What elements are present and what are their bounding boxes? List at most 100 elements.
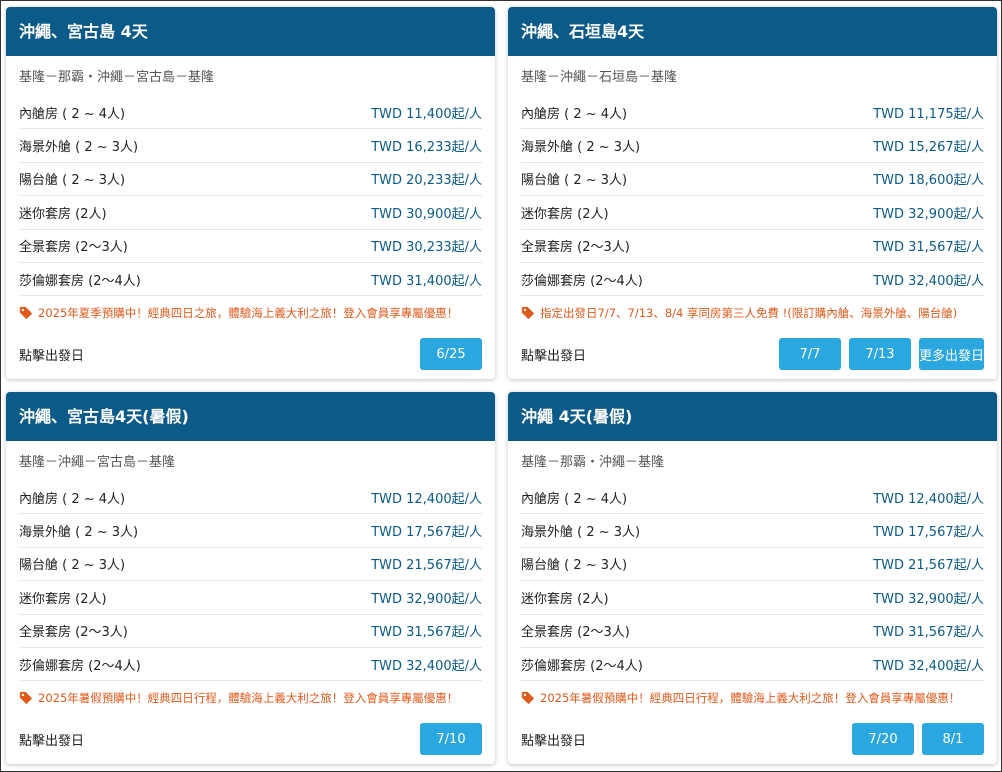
cabin-row: 迷你套房 (2人) TWD 32,900起/人 — [521, 581, 984, 615]
cabin-price: TWD 21,567起/人 — [371, 558, 482, 574]
cabin-price-list: 內艙房 ( 2 ~ 4人) TWD 12,400起/人 海景外艙 ( 2 ~ 3人)… — [19, 481, 482, 682]
tag-icon — [19, 306, 33, 320]
departure-footer: 點擊出發日 7/20 8/1 — [521, 714, 984, 764]
departure-dates: 7/20 8/1 — [852, 723, 984, 756]
promo-notice: 2025年暑假預購中！經典四日行程，體驗海上義大利之旅！登入會員享專屬優惠！ — [521, 681, 984, 714]
cabin-row: 內艙房 ( 2 ~ 4人) TWD 11,175起/人 — [521, 96, 984, 130]
cabin-row: 陽台艙 ( 2 ~ 3人) TWD 21,567起/人 — [19, 548, 482, 582]
cabin-row: 莎倫娜套房 (2〜4人) TWD 31,400起/人 — [19, 263, 482, 297]
cabin-price: TWD 32,400起/人 — [873, 273, 984, 289]
cabin-price-list: 內艙房 ( 2 ~ 4人) TWD 12,400起/人海景外艙 ( 2 ~ 3人)… — [521, 481, 984, 682]
cabin-price: TWD 32,400起/人 — [371, 658, 482, 674]
promo-text: 2025年夏季預購中！經典四日之旅，體驗海上義大利之旅！登入會員享專屬優惠！ — [38, 305, 459, 320]
cabin-name: 莎倫娜套房 (2〜4人) — [521, 273, 643, 289]
card-title[interactable]: 沖繩、宮古島 4天 — [6, 7, 495, 56]
tag-icon — [19, 691, 33, 705]
card-title[interactable]: 沖繩、石垣島4天 — [508, 7, 997, 56]
cabin-price: TWD 16,233起/人 — [371, 140, 482, 156]
departure-date-button[interactable]: 7/13 — [848, 338, 911, 371]
cabin-row: 陽台艙 ( 2 ~ 3人) TWD 21,567起/人 — [521, 548, 984, 582]
cabin-name: 莎倫娜套房 (2〜4人) — [521, 658, 643, 674]
departure-date-button[interactable]: 8/1 — [922, 723, 984, 756]
cabin-name: 海景外艙 ( 2 ~ 3人) — [521, 140, 641, 156]
cabin-price: TWD 11,400起/人 — [371, 106, 482, 122]
cabin-name: 全景套房 (2〜3人) — [521, 240, 630, 256]
cabin-name: 陽台艙 ( 2 ~ 3人) — [19, 558, 126, 574]
cabin-row: 全景套房 (2〜3人) TWD 31,567起/人 — [19, 615, 482, 648]
card-title[interactable]: 沖繩、宮古島4天(暑假) — [6, 392, 495, 441]
departure-dates: 7/10 — [420, 723, 482, 756]
cabin-row: 內艙房 ( 2 ~ 4人) TWD 12,400起/人 — [19, 481, 482, 515]
cabin-price: TWD 31,400起/人 — [371, 273, 482, 289]
route-text: 基隆－那霸・沖繩－基隆 — [521, 455, 665, 470]
cabin-row: 內艙房 ( 2 ~ 4人) TWD 12,400起/人 — [521, 481, 984, 515]
route-text: 基隆－沖繩－宮古島－基隆 — [19, 455, 176, 470]
cabin-name: 迷你套房 (2人) — [19, 206, 107, 222]
departure-label: 點擊出發日 — [19, 348, 85, 364]
cabin-row: 全景套房 (2〜3人) TWD 30,233起/人 — [19, 230, 482, 263]
cabin-name: 全景套房 (2〜3人) — [19, 240, 128, 256]
departure-dates: 6/25 — [420, 338, 482, 371]
departure-date-button[interactable]: 7/10 — [420, 723, 482, 756]
cabin-price: TWD 18,600起/人 — [873, 173, 984, 189]
promo-notice: 指定出發日7/7、7/13、8/4 享同房第三人免費 !(限訂購內艙、海景外艙、… — [521, 296, 984, 329]
departure-date-button[interactable]: 7/7 — [778, 338, 841, 371]
cabin-name: 迷你套房 (2人) — [19, 591, 107, 607]
cabin-price: TWD 30,233起/人 — [371, 240, 482, 256]
departure-footer: 點擊出發日 7/10 — [19, 714, 482, 764]
card-body: 基隆－沖繩－宮古島－基隆 內艙房 ( 2 ~ 4人) TWD 12,400起/人 海景… — [6, 441, 495, 764]
cabin-price: TWD 17,567起/人 — [371, 525, 482, 541]
route-text: 基隆－那霸・沖繩－宮古島－基隆 — [19, 70, 215, 85]
cabin-row: 迷你套房 (2人) TWD 32,900起/人 — [521, 196, 984, 230]
cabin-price: TWD 32,400起/人 — [873, 658, 984, 674]
cabin-name: 陽台艙 ( 2 ~ 3人) — [521, 558, 628, 574]
cabin-price: TWD 12,400起/人 — [371, 491, 482, 507]
departure-date-button[interactable]: 6/25 — [420, 338, 482, 371]
departure-label: 點擊出發日 — [521, 733, 587, 749]
tag-icon — [521, 306, 535, 320]
route-text: 基隆－沖繩－石垣島－基隆 — [521, 70, 678, 85]
cabin-name: 海景外艙 ( 2 ~ 3人) — [521, 525, 641, 541]
departure-footer: 點擊出發日 7/7 7/13 更多出發日 — [521, 329, 984, 379]
cabin-name: 陽台艙 ( 2 ~ 3人) — [521, 173, 628, 189]
cabin-name: 內艙房 ( 2 ~ 4人) — [521, 106, 628, 122]
cruise-card: 沖繩 4天(暑假) 基隆－那霸・沖繩－基隆 內艙房 ( 2 ~ 4人) TWD 12,… — [508, 392, 997, 765]
promo-notice: 2025年暑假預購中！經典四日行程，體驗海上義大利之旅！登入會員享專屬優惠！ — [19, 681, 482, 714]
cruise-card: 沖繩、宮古島4天(暑假) 基隆－沖繩－宮古島－基隆 內艙房 ( 2 ~ 4人) TWD… — [6, 392, 495, 765]
cabin-price: TWD 31,567起/人 — [873, 625, 984, 641]
cruise-card: 沖繩、石垣島4天基隆－沖繩－石垣島－基隆內艙房 ( 2 ~ 4人) TWD 11,… — [508, 7, 997, 380]
cabin-price: TWD 17,567起/人 — [873, 525, 984, 541]
cabin-row: 全景套房 (2〜3人) TWD 31,567起/人 — [521, 615, 984, 648]
cabin-row: 迷你套房 (2人) TWD 30,900起/人 — [19, 196, 482, 230]
card-body: 基隆－那霸・沖繩－基隆 內艙房 ( 2 ~ 4人) TWD 12,400起/人海景外… — [508, 441, 997, 764]
cabin-row: 陽台艙 ( 2 ~ 3人) TWD 18,600起/人 — [521, 163, 984, 197]
cabin-row: 全景套房 (2〜3人) TWD 31,567起/人 — [521, 230, 984, 263]
cabin-price: TWD 20,233起/人 — [371, 173, 482, 189]
cabin-price: TWD 32,900起/人 — [873, 591, 984, 607]
card-body: 基隆－沖繩－石垣島－基隆內艙房 ( 2 ~ 4人) TWD 11,175起/人海景… — [508, 56, 997, 379]
card-title[interactable]: 沖繩 4天(暑假) — [508, 392, 997, 441]
card-body: 基隆－那霸・沖繩－宮古島－基隆 內艙房 ( 2 ~ 4人) TWD 11,400起/… — [6, 56, 495, 379]
promo-text: 2025年暑假預購中！經典四日行程，體驗海上義大利之旅！登入會員享專屬優惠！ — [540, 690, 961, 705]
departure-footer: 點擊出發日 6/25 — [19, 329, 482, 379]
cabin-price-list: 內艙房 ( 2 ~ 4人) TWD 11,400起/人 海景外艙 ( 2 ~ 3人)… — [19, 96, 482, 297]
cabin-price: TWD 31,567起/人 — [371, 625, 482, 641]
cabin-price: TWD 15,267起/人 — [873, 140, 984, 156]
cabin-name: 全景套房 (2〜3人) — [521, 625, 630, 641]
cabin-price: TWD 12,400起/人 — [873, 491, 984, 507]
cabin-row: 海景外艙 ( 2 ~ 3人) TWD 17,567起/人 — [521, 514, 984, 548]
tag-icon — [521, 691, 535, 705]
cabin-row: 莎倫娜套房 (2〜4人) TWD 32,400起/人 — [521, 263, 984, 297]
departure-date-button[interactable]: 7/20 — [852, 723, 914, 756]
cabin-name: 全景套房 (2〜3人) — [19, 625, 128, 641]
cabin-name: 內艙房 ( 2 ~ 4人) — [19, 106, 126, 122]
cruise-card: 沖繩、宮古島 4天基隆－那霸・沖繩－宮古島－基隆 內艙房 ( 2 ~ 4人) TWD… — [6, 7, 495, 380]
cabin-price: TWD 30,900起/人 — [371, 206, 482, 222]
cabin-name: 內艙房 ( 2 ~ 4人) — [521, 491, 628, 507]
cabin-row: 海景外艙 ( 2 ~ 3人) TWD 17,567起/人 — [19, 514, 482, 548]
cabin-name: 海景外艙 ( 2 ~ 3人) — [19, 525, 139, 541]
promo-notice: 2025年夏季預購中！經典四日之旅，體驗海上義大利之旅！登入會員享專屬優惠！ — [19, 296, 482, 329]
departure-date-button[interactable]: 更多出發日 — [918, 338, 984, 371]
promo-text: 2025年暑假預購中！經典四日行程，體驗海上義大利之旅！登入會員享專屬優惠！ — [38, 690, 459, 705]
cabin-name: 陽台艙 ( 2 ~ 3人) — [19, 173, 126, 189]
